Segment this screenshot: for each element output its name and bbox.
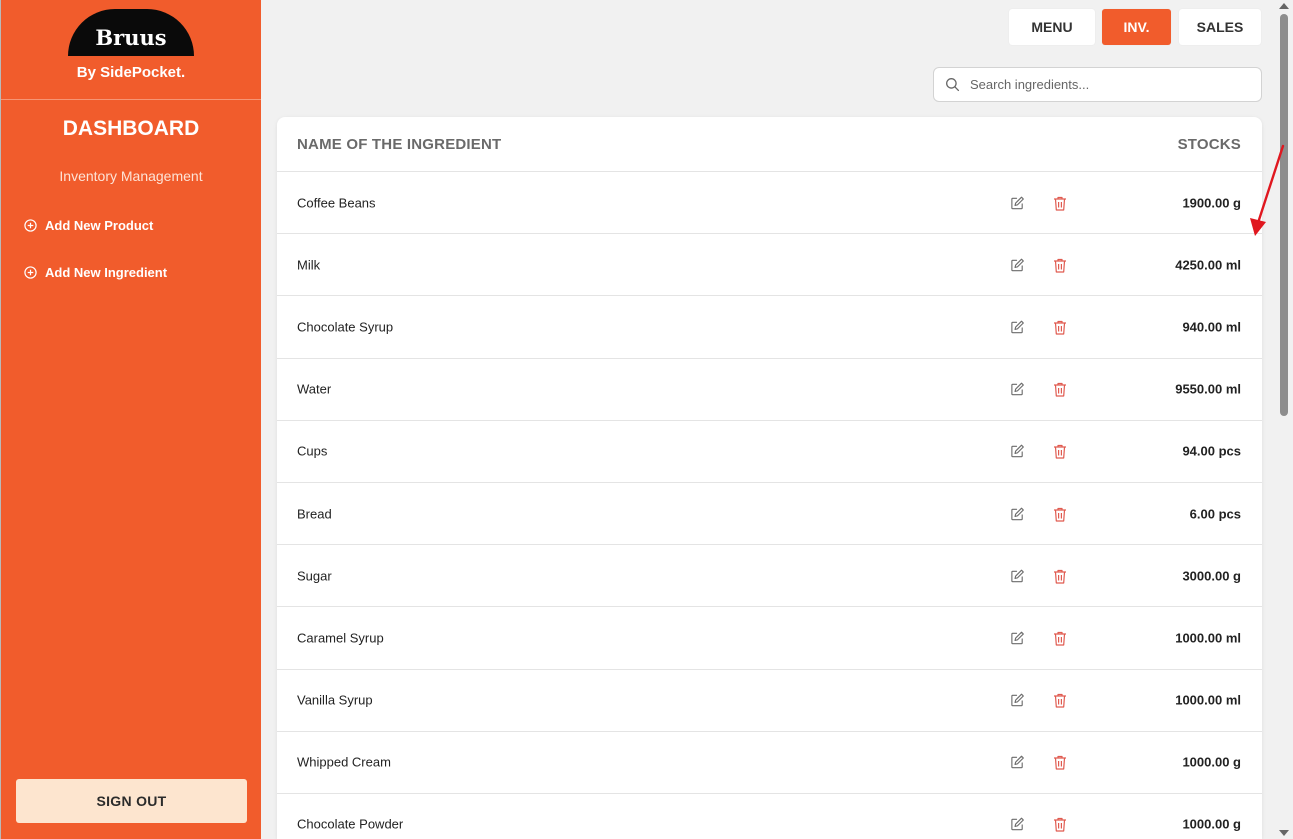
column-header-stocks: STOCKS bbox=[1177, 135, 1241, 153]
edit-icon[interactable] bbox=[1010, 755, 1025, 770]
scroll-up-arrow-icon[interactable] bbox=[1279, 3, 1289, 9]
ingredient-name: Whipped Cream bbox=[297, 754, 391, 770]
ingredient-name: Water bbox=[297, 381, 332, 397]
table-row: Vanilla Syrup 1000.00 ml bbox=[277, 670, 1262, 732]
trash-icon[interactable] bbox=[1053, 257, 1067, 273]
table-row: Sugar 3000.00 g bbox=[277, 545, 1262, 608]
sign-out-button[interactable]: SIGN OUT bbox=[16, 779, 247, 823]
sales-tab-button[interactable]: SALES bbox=[1179, 9, 1261, 45]
add-new-ingredient-label: Add New Ingredient bbox=[45, 265, 168, 280]
trash-icon[interactable] bbox=[1053, 568, 1067, 584]
search-box bbox=[933, 67, 1262, 102]
inventory-management-link[interactable]: Inventory Management bbox=[1, 168, 261, 184]
ingredient-stock: 1000.00 g bbox=[1182, 754, 1241, 770]
ingredient-stock: 1000.00 ml bbox=[1175, 630, 1241, 646]
ingredient-stock: 3000.00 g bbox=[1182, 568, 1241, 584]
add-new-product-label: Add New Product bbox=[45, 218, 154, 233]
table-row: Chocolate Syrup 940.00 ml bbox=[277, 296, 1262, 359]
table-row: Whipped Cream 1000.00 g bbox=[277, 732, 1262, 794]
edit-icon[interactable] bbox=[1010, 568, 1025, 583]
edit-icon[interactable] bbox=[1010, 817, 1025, 832]
trash-icon[interactable] bbox=[1053, 319, 1067, 335]
plus-circle-icon bbox=[24, 219, 37, 232]
trash-icon[interactable] bbox=[1053, 630, 1067, 646]
table-row: Caramel Syrup 1000.00 ml bbox=[277, 607, 1262, 670]
ingredient-name: Vanilla Syrup bbox=[297, 692, 373, 708]
table-row: Milk 4250.00 ml bbox=[277, 234, 1262, 297]
ingredient-stock: 1000.00 ml bbox=[1175, 692, 1241, 708]
search-icon bbox=[946, 78, 960, 92]
page-scrollbar[interactable] bbox=[1276, 0, 1293, 839]
trash-icon[interactable] bbox=[1053, 444, 1067, 459]
table-header: NAME OF THE INGREDIENT STOCKS bbox=[277, 117, 1262, 172]
ingredient-name: Cups bbox=[297, 443, 328, 459]
ingredient-stock: 4250.00 ml bbox=[1175, 257, 1241, 273]
trash-icon[interactable] bbox=[1053, 382, 1067, 397]
add-new-product-link[interactable]: Add New Product bbox=[24, 218, 153, 233]
trash-icon[interactable] bbox=[1053, 693, 1067, 708]
table-row: Chocolate Powder 1000.00 g bbox=[277, 794, 1262, 839]
ingredient-name: Caramel Syrup bbox=[297, 630, 384, 646]
table-row: Bread 6.00 pcs bbox=[277, 483, 1262, 546]
annotation-arrow-icon bbox=[1250, 144, 1285, 236]
brand-header: Bruus By SidePocket. bbox=[1, 0, 261, 100]
edit-icon[interactable] bbox=[1010, 195, 1025, 210]
ingredient-stock: 94.00 pcs bbox=[1182, 443, 1241, 459]
table-body: Coffee Beans 1900.00 g Milk 4250.00 ml Choco… bbox=[277, 172, 1262, 839]
ingredient-name: Coffee Beans bbox=[297, 195, 376, 211]
table-row: Cups 94.00 pcs bbox=[277, 421, 1262, 483]
ingredient-stock: 940.00 ml bbox=[1182, 319, 1241, 335]
ingredient-name: Chocolate Powder bbox=[297, 816, 404, 832]
add-new-ingredient-link[interactable]: Add New Ingredient bbox=[24, 265, 167, 280]
plus-circle-icon bbox=[24, 266, 37, 279]
ingredient-stock: 1900.00 g bbox=[1182, 195, 1241, 211]
edit-icon[interactable] bbox=[1010, 444, 1025, 459]
edit-icon[interactable] bbox=[1010, 630, 1025, 645]
ingredient-name: Sugar bbox=[297, 568, 332, 584]
ingredient-name: Chocolate Syrup bbox=[297, 319, 394, 335]
edit-icon[interactable] bbox=[1010, 382, 1025, 397]
dashboard-title: DASHBOARD bbox=[62, 117, 200, 140]
edit-icon[interactable] bbox=[1010, 257, 1025, 272]
scroll-down-arrow-icon[interactable] bbox=[1279, 830, 1289, 836]
trash-icon[interactable] bbox=[1053, 817, 1067, 833]
trash-icon[interactable] bbox=[1053, 506, 1067, 522]
table-row: Water 9550.00 ml bbox=[277, 359, 1262, 421]
brand-byline: By SidePocket. bbox=[76, 64, 186, 81]
table-row: Coffee Beans 1900.00 g bbox=[277, 172, 1262, 235]
logo[interactable]: Bruus bbox=[68, 9, 194, 56]
ingredient-stock: 9550.00 ml bbox=[1175, 381, 1241, 397]
ingredient-stock: 6.00 pcs bbox=[1189, 506, 1241, 522]
trash-icon[interactable] bbox=[1053, 195, 1067, 211]
sidebar: Bruus By SidePocket. DASHBOARD Inventory… bbox=[1, 0, 261, 839]
ingredient-name: Bread bbox=[297, 506, 332, 522]
search-input[interactable] bbox=[970, 77, 1250, 92]
ingredient-stock: 1000.00 g bbox=[1182, 816, 1241, 832]
edit-icon[interactable] bbox=[1010, 693, 1025, 708]
edit-icon[interactable] bbox=[1010, 506, 1025, 521]
logo-text: Bruus bbox=[95, 25, 167, 50]
column-header-name: NAME OF THE INGREDIENT bbox=[297, 135, 502, 153]
ingredient-name: Milk bbox=[297, 257, 321, 273]
menu-tab-button[interactable]: MENU bbox=[1009, 9, 1095, 45]
ingredients-table: NAME OF THE INGREDIENT STOCKS Coffee Bea… bbox=[277, 117, 1262, 839]
edit-icon[interactable] bbox=[1010, 319, 1025, 334]
trash-icon[interactable] bbox=[1053, 755, 1067, 770]
inventory-tab-button[interactable]: INV. bbox=[1102, 9, 1171, 45]
